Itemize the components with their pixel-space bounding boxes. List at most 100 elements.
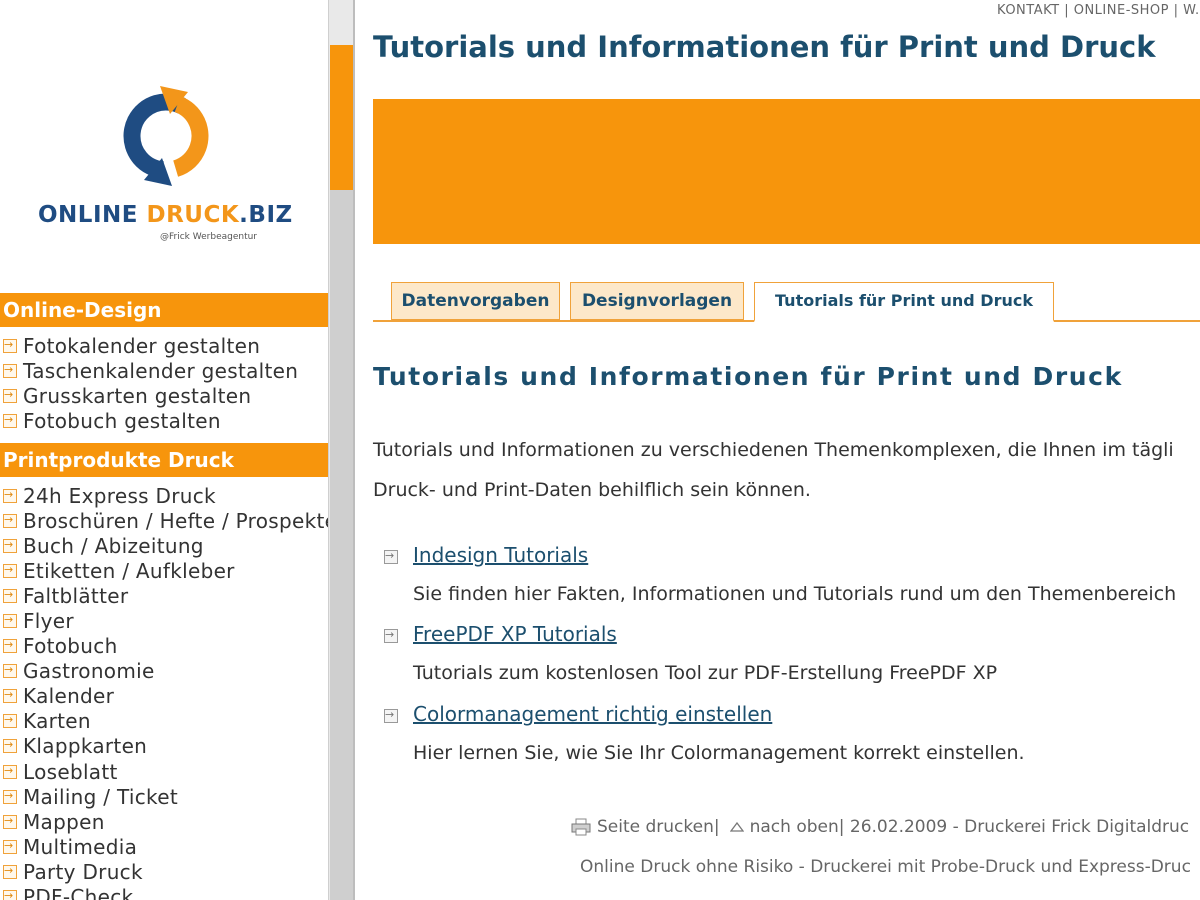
content-heading: Tutorials und Informationen für Print un… [373, 362, 1123, 391]
tutorial-desc: Tutorials zum kostenlosen Tool zur PDF-E… [413, 662, 998, 684]
tab-designvorlagen[interactable]: Designvorlagen [570, 282, 744, 320]
sidebar-item-taschenkalender[interactable]: Taschenkalender gestalten [0, 358, 328, 383]
nav-link-kontakt[interactable]: KONTAKT [997, 3, 1060, 18]
sidebar-item-klappkarten[interactable]: Klappkarten [0, 734, 328, 759]
sidebar-item-label: Party Druck [23, 859, 143, 884]
arrow-icon [3, 736, 17, 754]
tutorial-link-indesign[interactable]: Indesign Tutorials [413, 543, 588, 567]
logo-subtitle: @Frick Werbeagentur [160, 232, 258, 242]
divider-gray [330, 190, 353, 900]
arrow-icon [3, 661, 17, 679]
tab-tutorials[interactable]: Tutorials für Print und Druck [754, 282, 1054, 322]
sidebar-item-label: Mailing / Ticket [23, 784, 178, 809]
back-to-top-link[interactable]: nach oben [750, 817, 839, 837]
sidebar-item-flyer[interactable]: Flyer [0, 608, 328, 633]
sidebar-item-label: Flyer [23, 609, 74, 634]
tab-datenvorgaben[interactable]: Datenvorgaben [391, 282, 560, 320]
tutorial-link-freepdf[interactable]: FreePDF XP Tutorials [413, 622, 617, 646]
nav-link-online-shop[interactable]: ONLINE-SHOP [1074, 3, 1169, 18]
sidebar-item-loseblatt[interactable]: Loseblatt [0, 759, 328, 784]
sidebar-item-mappen[interactable]: Mappen [0, 809, 328, 834]
arrow-icon [3, 787, 17, 805]
arrow-icon [3, 511, 17, 529]
print-page-link[interactable]: Seite drucken [597, 817, 714, 837]
top-nav: KONTAKT | ONLINE-SHOP | W... [997, 3, 1200, 18]
tutorial-link-colormanagement[interactable]: Colormanagement richtig einstellen [413, 702, 772, 726]
arrow-icon [3, 536, 17, 554]
sidebar-item-karten[interactable]: Karten [0, 709, 328, 734]
sidebar-item-pdf-check[interactable]: PDF-Check [0, 885, 328, 900]
sidebar-item-label: PDF-Check [23, 885, 134, 900]
arrow-icon [3, 486, 17, 504]
sidebar-item-multimedia[interactable]: Multimedia [0, 834, 328, 859]
sidebar-item-mailing[interactable]: Mailing / Ticket [0, 784, 328, 809]
intro-line-1: Tutorials und Informationen zu verschied… [373, 439, 1174, 461]
footer-tagline: Online Druck ohne Risiko - Druckerei mit… [580, 857, 1191, 877]
sidebar: ONLINE DRUCK.BIZ @Frick Werbeagentur Onl… [0, 0, 328, 900]
sidebar-item-label: Klappkarten [23, 734, 148, 759]
sidebar-item-etiketten[interactable]: Etiketten / Aufkleber [0, 558, 328, 583]
footer-separator: | [713, 817, 720, 837]
logo-part-biz: .BIZ [239, 202, 293, 228]
sidebar-item-express[interactable]: 24h Express Druck [0, 483, 328, 508]
sidebar-item-label: Gastronomie [23, 659, 155, 684]
sidebar-item-label: Grusskarten gestalten [23, 383, 252, 408]
nav-link-more[interactable]: W... [1183, 3, 1200, 18]
sidebar-item-label: Loseblatt [23, 759, 118, 784]
sidebar-item-label: Fotokalender gestalten [23, 333, 261, 358]
sidebar-item-label: Taschenkalender gestalten [23, 358, 299, 383]
sidebar-item-label: Multimedia [23, 834, 138, 859]
sidebar-item-label: 24h Express Druck [23, 483, 216, 508]
nav-separator: | [1059, 3, 1074, 18]
sidebar-item-label: Etiketten / Aufkleber [23, 558, 235, 583]
sidebar-item-label: Kalender [23, 684, 115, 709]
sidebar-item-fotobuch-gestalten[interactable]: Fotobuch gestalten [0, 408, 328, 433]
sidebar-item-label: Mappen [23, 809, 105, 834]
printprodukte-list: 24h Express Druck Broschüren / Hefte / P… [0, 483, 328, 900]
arrow-icon [3, 762, 17, 780]
sidebar-item-faltblaetter[interactable]: Faltblätter [0, 583, 328, 608]
divider-accent [330, 45, 353, 190]
arrow-icon [3, 611, 17, 629]
arrow-icon [384, 547, 398, 565]
nav-separator: | [1168, 3, 1184, 18]
sidebar-item-kalender[interactable]: Kalender [0, 684, 328, 709]
header-banner [373, 99, 1200, 244]
arrow-icon [3, 686, 17, 704]
up-arrow-icon [729, 822, 744, 832]
arrow-icon [384, 706, 398, 724]
arrow-icon [3, 586, 17, 604]
page-title: Tutorials und Informationen für Print un… [373, 30, 1156, 64]
tab-bar: Datenvorgaben Designvorlagen Tutorials f… [373, 280, 1200, 322]
intro-line-2: Druck- und Print-Daten behilflich sein k… [373, 479, 811, 501]
arrow-icon [3, 411, 17, 429]
sidebar-item-party-druck[interactable]: Party Druck [0, 859, 328, 884]
intro-text: Tutorials und Informationen zu verschied… [373, 430, 1200, 510]
logo-part-druck: DRUCK [146, 202, 240, 228]
arrow-icon [3, 561, 17, 579]
sidebar-item-label: Broschüren / Hefte / Prospekte [23, 508, 328, 533]
arrow-icon [3, 862, 17, 880]
sidebar-item-label: Fotobuch [23, 634, 118, 659]
sidebar-item-label: Faltblätter [23, 583, 129, 608]
sidebar-item-broschueren[interactable]: Broschüren / Hefte / Prospekte [0, 508, 328, 533]
sidebar-item-buch[interactable]: Buch / Abizeitung [0, 533, 328, 558]
footer-info: | 26.02.2009 - Druckerei Frick Digitaldr… [838, 817, 1190, 837]
sidebar-item-label: Fotobuch gestalten [23, 408, 221, 433]
sidebar-item-fotokalender[interactable]: Fotokalender gestalten [0, 333, 328, 358]
section-printprodukte: Printprodukte Druck [0, 443, 328, 477]
logo-part-online: ONLINE [38, 202, 147, 228]
logo-wordmark[interactable]: ONLINE DRUCK.BIZ [38, 202, 293, 228]
arrow-icon [3, 837, 17, 855]
arrow-icon [3, 361, 17, 379]
sidebar-item-gastronomie[interactable]: Gastronomie [0, 659, 328, 684]
arrow-icon [3, 887, 17, 900]
sidebar-item-grusskarten[interactable]: Grusskarten gestalten [0, 383, 328, 408]
arrow-icon [384, 626, 398, 644]
section-online-design: Online-Design [0, 293, 328, 327]
printer-icon [571, 818, 591, 836]
sidebar-item-fotobuch[interactable]: Fotobuch [0, 634, 328, 659]
arrow-icon [3, 386, 17, 404]
arrow-icon [3, 812, 17, 830]
arrow-icon [3, 336, 17, 354]
